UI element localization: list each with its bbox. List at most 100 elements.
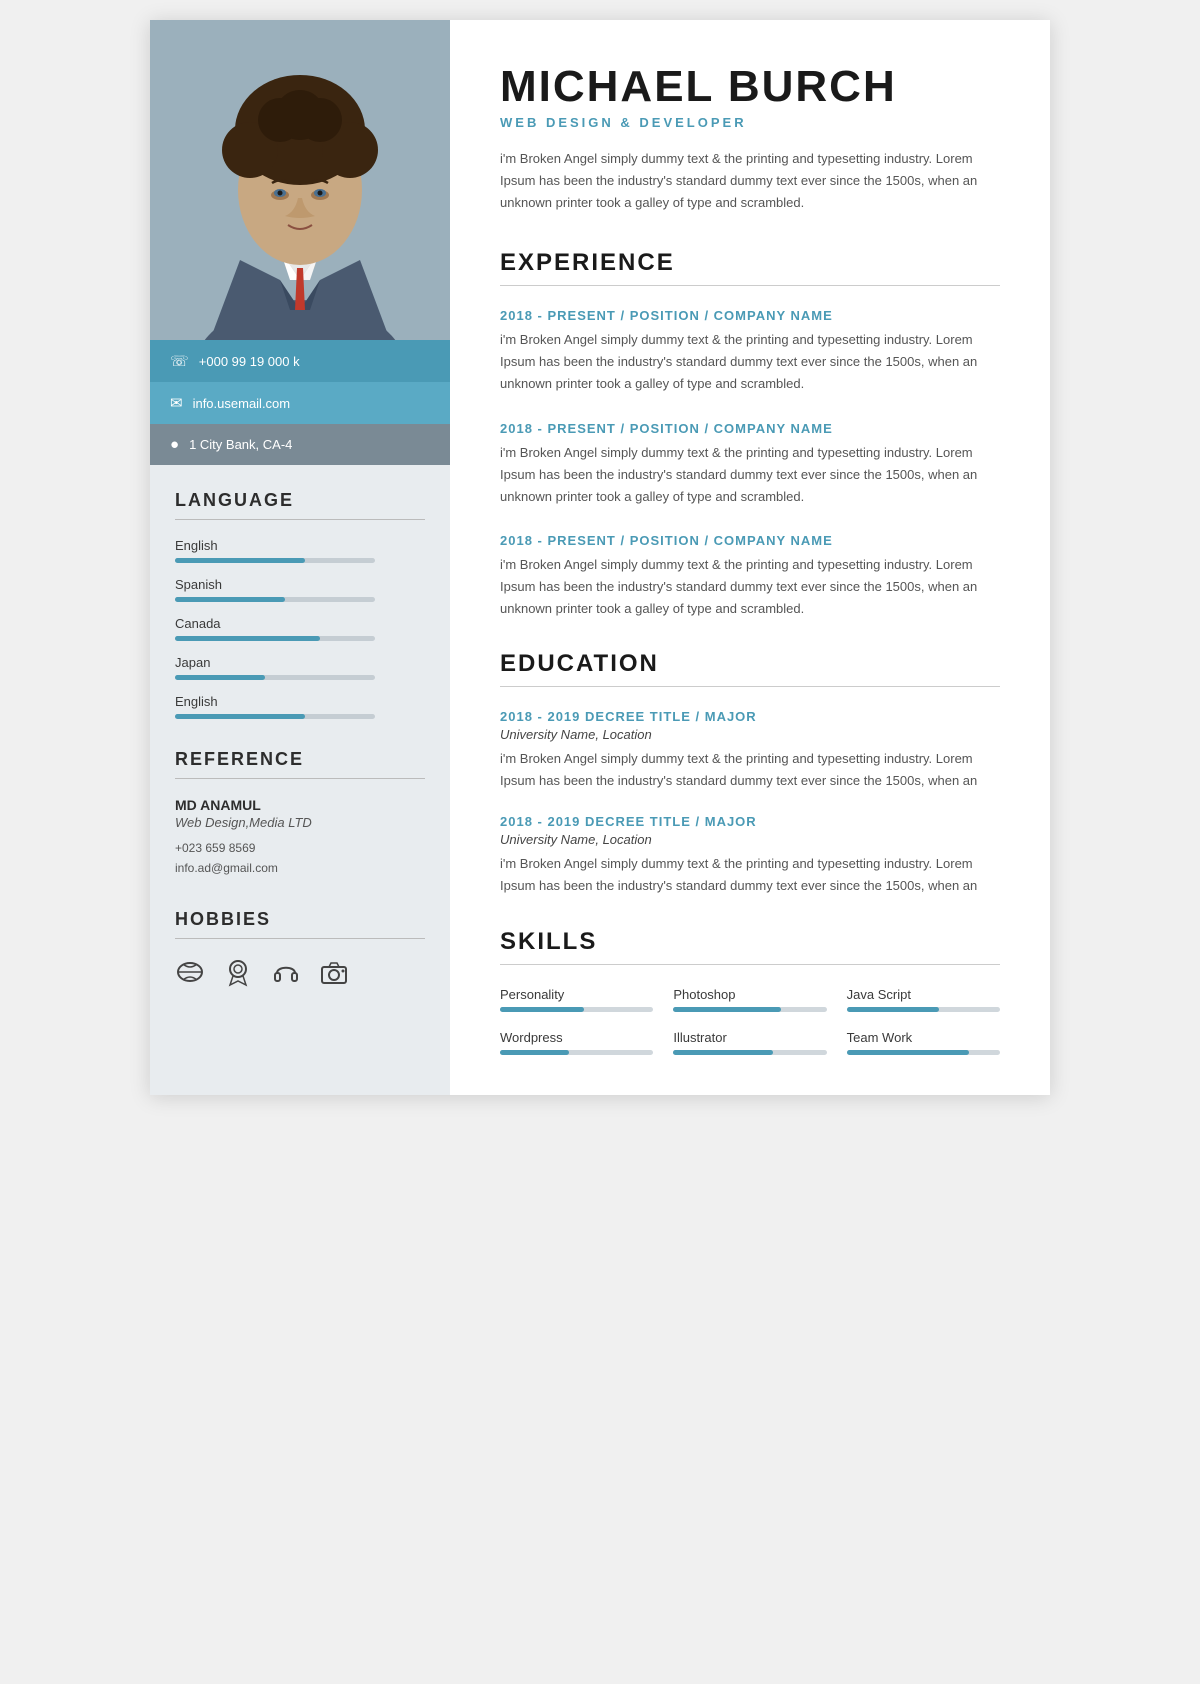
language-bar-bg bbox=[175, 675, 375, 680]
phone-contact: ☏ +000 99 19 000 k bbox=[150, 340, 450, 382]
football-icon bbox=[175, 957, 205, 994]
reference-divider bbox=[175, 778, 425, 779]
skill-label: Wordpress bbox=[500, 1030, 653, 1045]
language-label: Spanish bbox=[175, 577, 425, 592]
exp-item-title: 2018 - PRESENT / POSITION / COMPANY NAME bbox=[500, 533, 1000, 548]
skill-item: Personality bbox=[500, 987, 653, 1012]
language-label: Canada bbox=[175, 616, 425, 631]
language-title: LANGUAGE bbox=[175, 490, 425, 511]
language-bar-fill bbox=[175, 714, 305, 719]
skill-label: Illustrator bbox=[673, 1030, 826, 1045]
skill-bar-fill bbox=[673, 1007, 780, 1012]
job-title: WEB DESIGN & DEVELOPER bbox=[500, 115, 1000, 130]
language-section: LANGUAGE English Spanish Canada Japan En… bbox=[175, 490, 425, 719]
ref-name: MD ANAMUL bbox=[175, 797, 425, 813]
language-divider bbox=[175, 519, 425, 520]
skill-bar-bg bbox=[847, 1007, 1000, 1012]
education-item: 2018 - 2019 DECREE TITLE / MAJOR Univers… bbox=[500, 814, 1000, 897]
language-bar-bg bbox=[175, 597, 375, 602]
language-item: Japan bbox=[175, 655, 425, 680]
skill-label: Team Work bbox=[847, 1030, 1000, 1045]
education-item: 2018 - 2019 DECREE TITLE / MAJOR Univers… bbox=[500, 709, 1000, 792]
intro-text: i'm Broken Angel simply dummy text & the… bbox=[500, 148, 1000, 214]
email-value: info.usemail.com bbox=[193, 396, 291, 411]
edu-item-title: 2018 - 2019 DECREE TITLE / MAJOR bbox=[500, 814, 1000, 829]
ref-phone: +023 659 8569 bbox=[175, 838, 425, 858]
sidebar-content: LANGUAGE English Spanish Canada Japan En… bbox=[150, 465, 450, 1014]
ref-email: info.ad@gmail.com bbox=[175, 858, 425, 878]
language-label: English bbox=[175, 694, 425, 709]
phone-icon: ☏ bbox=[170, 352, 189, 370]
reference-title: REFERENCE bbox=[175, 749, 425, 770]
exp-item-desc: i'm Broken Angel simply dummy text & the… bbox=[500, 442, 1000, 508]
location-icon: ● bbox=[170, 436, 179, 453]
email-contact: ✉ info.usemail.com bbox=[150, 382, 450, 424]
reference-section: REFERENCE MD ANAMUL Web Design,Media LTD… bbox=[175, 749, 425, 879]
contact-section: ☏ +000 99 19 000 k ✉ info.usemail.com ● … bbox=[150, 340, 450, 465]
location-value: 1 City Bank, CA-4 bbox=[189, 437, 292, 452]
language-bar-fill bbox=[175, 558, 305, 563]
skill-label: Personality bbox=[500, 987, 653, 1002]
education-section: EDUCATION 2018 - 2019 DECREE TITLE / MAJ… bbox=[500, 650, 1000, 897]
hobbies-title: HOBBIES bbox=[175, 909, 425, 930]
language-bar-bg bbox=[175, 714, 375, 719]
phone-value: +000 99 19 000 k bbox=[199, 354, 300, 369]
photo-area bbox=[150, 20, 450, 340]
experience-list: 2018 - PRESENT / POSITION / COMPANY NAME… bbox=[500, 308, 1000, 620]
experience-title: EXPERIENCE bbox=[500, 249, 1000, 277]
experience-item: 2018 - PRESENT / POSITION / COMPANY NAME… bbox=[500, 421, 1000, 508]
edu-item-title: 2018 - 2019 DECREE TITLE / MAJOR bbox=[500, 709, 1000, 724]
language-bar-fill bbox=[175, 636, 320, 641]
language-bar-fill bbox=[175, 597, 285, 602]
skill-item: Wordpress bbox=[500, 1030, 653, 1055]
exp-item-desc: i'm Broken Angel simply dummy text & the… bbox=[500, 554, 1000, 620]
headphones-icon bbox=[271, 957, 301, 994]
language-item: English bbox=[175, 538, 425, 563]
exp-item-title: 2018 - PRESENT / POSITION / COMPANY NAME bbox=[500, 421, 1000, 436]
award-icon bbox=[223, 957, 253, 994]
edu-item-desc: i'm Broken Angel simply dummy text & the… bbox=[500, 853, 1000, 897]
location-contact: ● 1 City Bank, CA-4 bbox=[150, 424, 450, 465]
language-bar-bg bbox=[175, 558, 375, 563]
skill-bar-bg bbox=[673, 1007, 826, 1012]
experience-divider bbox=[500, 285, 1000, 286]
language-item: Canada bbox=[175, 616, 425, 641]
language-label: English bbox=[175, 538, 425, 553]
skill-bar-bg bbox=[500, 1007, 653, 1012]
email-icon: ✉ bbox=[170, 394, 183, 412]
sidebar: ☏ +000 99 19 000 k ✉ info.usemail.com ● … bbox=[150, 20, 450, 1095]
skill-bar-fill bbox=[847, 1007, 939, 1012]
edu-item-subtitle: University Name, Location bbox=[500, 727, 1000, 742]
skill-item: Photoshop bbox=[673, 987, 826, 1012]
language-bar-bg bbox=[175, 636, 375, 641]
exp-item-desc: i'm Broken Angel simply dummy text & the… bbox=[500, 329, 1000, 395]
language-list: English Spanish Canada Japan English bbox=[175, 538, 425, 719]
skill-bar-fill bbox=[500, 1050, 569, 1055]
skill-label: Photoshop bbox=[673, 987, 826, 1002]
education-title: EDUCATION bbox=[500, 650, 1000, 678]
edu-item-desc: i'm Broken Angel simply dummy text & the… bbox=[500, 748, 1000, 792]
candidate-name: MICHAEL BURCH bbox=[500, 65, 1000, 109]
skill-label: Java Script bbox=[847, 987, 1000, 1002]
skill-bar-bg bbox=[500, 1050, 653, 1055]
hobbies-divider bbox=[175, 938, 425, 939]
skill-bar-bg bbox=[847, 1050, 1000, 1055]
education-list: 2018 - 2019 DECREE TITLE / MAJOR Univers… bbox=[500, 709, 1000, 897]
main-content: MICHAEL BURCH WEB DESIGN & DEVELOPER i'm… bbox=[450, 20, 1050, 1095]
language-item: English bbox=[175, 694, 425, 719]
experience-item: 2018 - PRESENT / POSITION / COMPANY NAME… bbox=[500, 308, 1000, 395]
education-divider bbox=[500, 686, 1000, 687]
language-label: Japan bbox=[175, 655, 425, 670]
skills-section: SKILLS Personality Photoshop Java Script… bbox=[500, 928, 1000, 1055]
hobbies-icons bbox=[175, 957, 425, 994]
skill-item: Java Script bbox=[847, 987, 1000, 1012]
skill-item: Team Work bbox=[847, 1030, 1000, 1055]
profile-photo bbox=[150, 20, 450, 340]
resume-container: ☏ +000 99 19 000 k ✉ info.usemail.com ● … bbox=[150, 20, 1050, 1095]
ref-job-title: Web Design,Media LTD bbox=[175, 815, 425, 830]
hobbies-section: HOBBIES bbox=[175, 909, 425, 994]
edu-item-subtitle: University Name, Location bbox=[500, 832, 1000, 847]
experience-item: 2018 - PRESENT / POSITION / COMPANY NAME… bbox=[500, 533, 1000, 620]
exp-item-title: 2018 - PRESENT / POSITION / COMPANY NAME bbox=[500, 308, 1000, 323]
skill-bar-fill bbox=[500, 1007, 584, 1012]
